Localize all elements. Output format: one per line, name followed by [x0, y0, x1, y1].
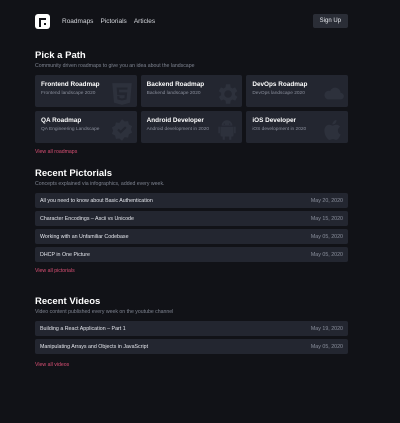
apple-icon: [320, 117, 346, 143]
row-date: May 05, 2020: [310, 343, 343, 350]
roadmap-grid: Frontend Roadmap Frontend landscape 2020…: [35, 75, 348, 143]
nav-links: Roadmaps Pictorials Articles: [62, 18, 155, 25]
row-title: All you need to know about Basic Authent…: [40, 197, 153, 204]
signup-button[interactable]: Sign Up: [312, 14, 348, 28]
android-icon: [214, 117, 240, 143]
section-subtitle: Video content published every week on th…: [35, 309, 174, 315]
view-all-videos-link[interactable]: View all videos: [35, 362, 348, 368]
row-title: DHCP in One Picture: [40, 251, 90, 258]
row-title: Manipulating Arrays and Objects in JavaS…: [40, 343, 149, 350]
videos-section: Recent Videos Video content published ev…: [35, 296, 348, 368]
section-title: Pick a Path: [35, 50, 86, 61]
top-nav: Roadmaps Pictorials Articles Sign Up: [35, 12, 348, 30]
row-title: Working with an Unfamiliar Codebase: [40, 233, 129, 240]
view-all-pictorials-link[interactable]: View all pictorials: [35, 268, 348, 274]
row-date: May 15, 2020: [310, 215, 343, 222]
row-date: May 05, 2020: [310, 251, 343, 258]
pictorials-list: All you need to know about Basic Authent…: [35, 193, 348, 262]
row-date: May 20, 2020: [310, 197, 343, 204]
section-subtitle: Concepts explained via infographics, add…: [35, 181, 165, 187]
html5-icon: [109, 81, 135, 107]
gear-icon: [214, 81, 240, 107]
pictorials-section: Recent Pictorials Concepts explained via…: [35, 168, 348, 274]
pictorial-row[interactable]: Working with an Unfamiliar Codebase May …: [35, 229, 348, 244]
roadmap-card-frontend[interactable]: Frontend Roadmap Frontend landscape 2020: [35, 75, 137, 107]
roadmap-card-ios[interactable]: iOS Developer iOS development in 2020: [246, 111, 348, 143]
roadmaps-section: Pick a Path Community driven roadmaps to…: [35, 50, 348, 155]
row-title: Building a React Application – Part 1: [40, 325, 126, 332]
pictorial-row[interactable]: DHCP in One Picture May 05, 2020: [35, 247, 348, 262]
section-subtitle: Community driven roadmaps to give you an…: [35, 63, 195, 69]
check-badge-icon: [109, 117, 135, 143]
videos-list: Building a React Application – Part 1 Ma…: [35, 321, 348, 354]
row-title: Character Encodings – Ascii vs Unicode: [40, 215, 134, 222]
section-title: Recent Videos: [35, 296, 101, 307]
roadmap-card-android[interactable]: Android Developer Android development in…: [140, 111, 243, 143]
view-all-roadmaps-link[interactable]: View all roadmaps: [35, 149, 348, 155]
nav-link-articles[interactable]: Articles: [134, 18, 155, 25]
row-date: May 05, 2020: [310, 233, 343, 240]
nav-link-pictorials[interactable]: Pictorials: [100, 18, 126, 25]
roadmap-card-backend[interactable]: Backend Roadmap Backend landscape 2020: [140, 75, 243, 107]
nav-link-roadmaps[interactable]: Roadmaps: [62, 18, 93, 25]
pictorial-row[interactable]: All you need to know about Basic Authent…: [35, 193, 348, 208]
video-row[interactable]: Manipulating Arrays and Objects in JavaS…: [35, 339, 348, 354]
roadmap-card-qa[interactable]: QA Roadmap QA Engineering Landscape: [35, 111, 137, 143]
row-date: May 19, 2020: [310, 325, 343, 332]
section-title: Recent Pictorials: [35, 168, 113, 179]
pictorial-row[interactable]: Character Encodings – Ascii vs Unicode M…: [35, 211, 348, 226]
cloud-icon: [320, 81, 346, 107]
roadmap-card-devops[interactable]: DevOps Roadmap DevOps landscape 2020: [246, 75, 348, 107]
logo-icon[interactable]: [35, 13, 50, 29]
video-row[interactable]: Building a React Application – Part 1 Ma…: [35, 321, 348, 336]
